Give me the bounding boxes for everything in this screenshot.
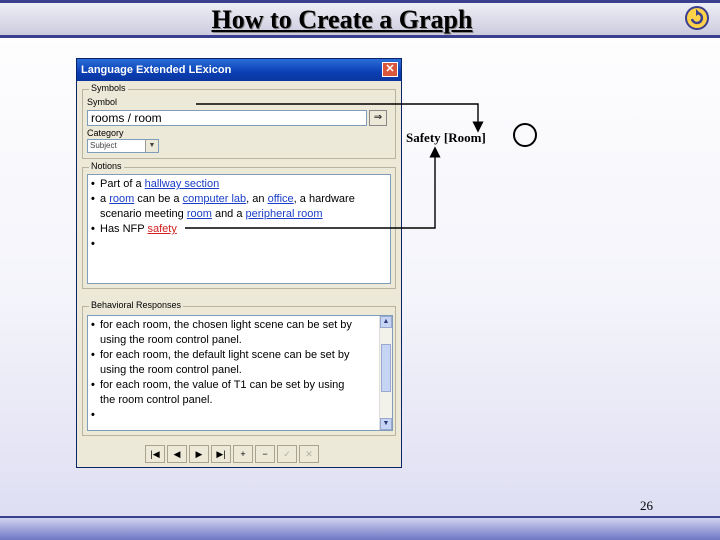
symbol-to-node-arrow (196, 103, 484, 133)
link-arrows (185, 103, 484, 229)
safety-to-node-arrow (185, 146, 441, 229)
slide-bottom-bar (0, 516, 720, 540)
page-number: 26 (640, 498, 653, 513)
